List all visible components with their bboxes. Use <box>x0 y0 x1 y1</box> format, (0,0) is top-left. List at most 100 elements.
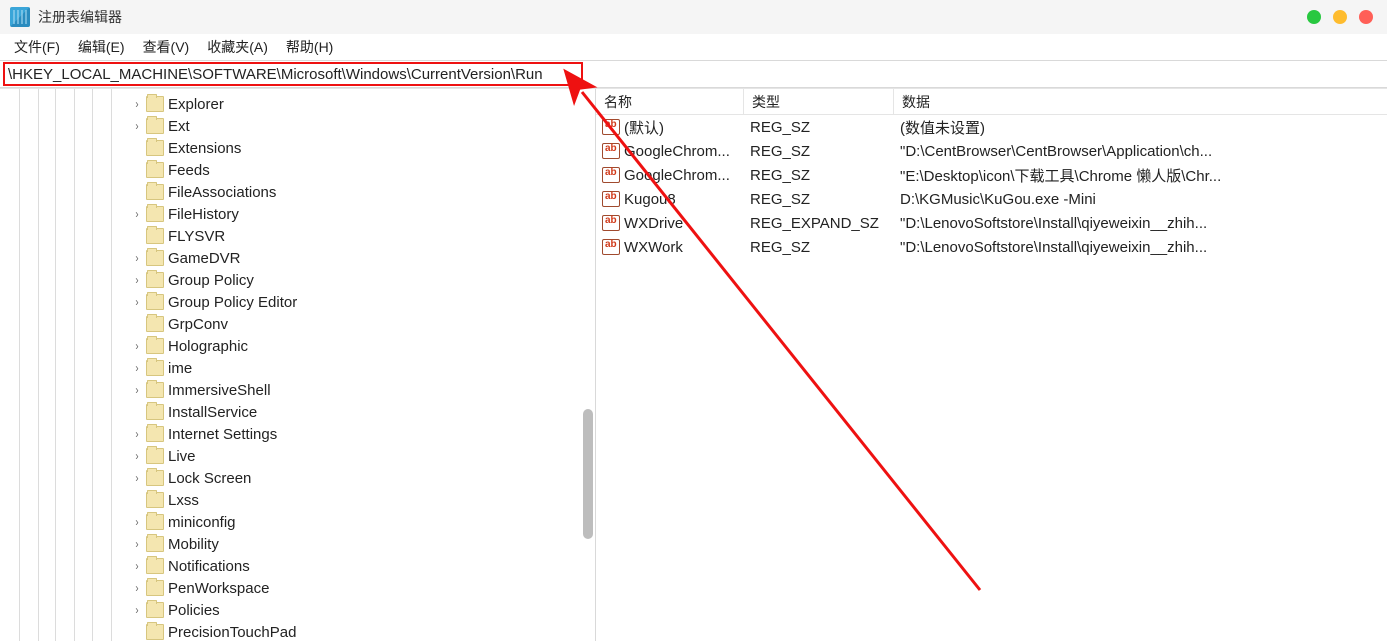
window-close-dot[interactable] <box>1359 10 1373 24</box>
tree-item-label: Notifications <box>168 558 250 575</box>
reg-string-icon <box>602 143 620 159</box>
tree-item[interactable]: › ImmersiveShell <box>0 379 595 401</box>
tree-item[interactable]: ›FileHistory <box>0 203 595 225</box>
value-data-cell: D:\KGMusic\KuGou.exe -Mini <box>894 191 1387 208</box>
chevron-right-icon[interactable]: › <box>131 361 142 375</box>
chevron-right-icon[interactable]: › <box>131 581 142 595</box>
chevron-right-icon[interactable]: › <box>131 383 142 397</box>
tree-item[interactable]: › Group Policy Editor <box>0 291 595 313</box>
value-row[interactable]: (默认)REG_SZ(数值未设置) <box>596 115 1387 139</box>
tree-item[interactable]: ›Ext <box>0 115 595 137</box>
chevron-right-icon[interactable]: › <box>131 119 142 133</box>
menu-edit[interactable]: 编辑(E) <box>74 35 129 59</box>
chevron-right-icon[interactable]: › <box>131 537 142 551</box>
chevron-right-icon[interactable]: › <box>131 251 142 265</box>
menu-help[interactable]: 帮助(H) <box>282 35 337 59</box>
column-header-data[interactable]: 数据 <box>894 89 1387 114</box>
reg-string-icon <box>602 119 620 135</box>
tree-item[interactable]: ›ime <box>0 357 595 379</box>
tree-item-label: Internet Settings <box>168 426 277 443</box>
value-name-cell: GoogleChrom... <box>596 167 744 184</box>
tree-item-label: ImmersiveShell <box>168 382 271 399</box>
tree[interactable]: › Explorer ›Ext›Extensions›Feeds›FileAssoc… <box>0 89 595 641</box>
chevron-right-icon[interactable]: › <box>131 427 142 441</box>
folder-icon <box>146 514 164 530</box>
value-row[interactable]: GoogleChrom...REG_SZ"D:\CentBrowser\Cent… <box>596 139 1387 163</box>
column-header-name[interactable]: 名称 <box>596 89 744 114</box>
value-type-cell: REG_SZ <box>744 143 894 160</box>
chevron-right-icon[interactable]: › <box>131 449 142 463</box>
tree-item[interactable]: › Lock Screen <box>0 467 595 489</box>
values-panel: 名称 类型 数据 (默认)REG_SZ(数值未设置) GoogleChrom...… <box>596 89 1387 641</box>
folder-icon <box>146 580 164 596</box>
tree-item[interactable]: ›FLYSVR <box>0 225 595 247</box>
tree-item[interactable]: › Notifications <box>0 555 595 577</box>
tree-item[interactable]: › GameDVR <box>0 247 595 269</box>
address-input[interactable] <box>0 61 1387 87</box>
value-type-cell: REG_EXPAND_SZ <box>744 215 894 232</box>
value-name-cell: WXDrive <box>596 215 744 232</box>
tree-item[interactable]: ›GrpConv <box>0 313 595 335</box>
tree-item[interactable]: ›PrecisionTouchPad <box>0 621 595 641</box>
column-header-type[interactable]: 类型 <box>744 89 894 114</box>
value-row[interactable]: Kugou8REG_SZD:\KGMusic\KuGou.exe -Mini <box>596 187 1387 211</box>
tree-item[interactable]: ›FileAssociations <box>0 181 595 203</box>
chevron-right-icon[interactable]: › <box>131 339 142 353</box>
tree-scrollbar-thumb[interactable] <box>583 409 593 539</box>
tree-item-label: Live <box>168 448 196 465</box>
value-row[interactable]: GoogleChrom...REG_SZ"E:\Desktop\icon\下载工… <box>596 163 1387 187</box>
chevron-right-icon[interactable]: › <box>131 207 142 221</box>
tree-item[interactable]: ›InstallService <box>0 401 595 423</box>
tree-item[interactable]: ›Mobility <box>0 533 595 555</box>
window-minimize-dot[interactable] <box>1307 10 1321 24</box>
chevron-right-icon[interactable]: › <box>131 295 142 309</box>
window-title: 注册表编辑器 <box>38 7 122 27</box>
value-name-cell: (默认) <box>596 117 744 138</box>
chevron-right-icon[interactable]: › <box>131 97 142 111</box>
tree-item[interactable]: ›Feeds <box>0 159 595 181</box>
folder-icon <box>146 536 164 552</box>
menu-view[interactable]: 查看(V) <box>139 35 194 59</box>
folder-icon <box>146 162 164 178</box>
tree-item[interactable]: ›Extensions <box>0 137 595 159</box>
tree-item-label: GameDVR <box>168 250 241 267</box>
tree-item-label: Explorer <box>168 96 224 113</box>
value-row[interactable]: WXDriveREG_EXPAND_SZ"D:\LenovoSoftstore\… <box>596 211 1387 235</box>
tree-item[interactable]: ›PenWorkspace <box>0 577 595 599</box>
chevron-right-icon[interactable]: › <box>131 273 142 287</box>
window-maximize-dot[interactable] <box>1333 10 1347 24</box>
chevron-right-icon[interactable]: › <box>131 515 142 529</box>
value-name-label: WXWork <box>624 239 683 256</box>
tree-item[interactable]: ›miniconfig <box>0 511 595 533</box>
menu-file[interactable]: 文件(F) <box>10 35 64 59</box>
tree-item[interactable]: ›Holographic <box>0 335 595 357</box>
tree-item[interactable]: ›Lxss <box>0 489 595 511</box>
tree-item[interactable]: › Internet Settings <box>0 423 595 445</box>
folder-icon <box>146 338 164 354</box>
chevron-right-icon[interactable]: › <box>131 559 142 573</box>
tree-item[interactable]: › Live <box>0 445 595 467</box>
folder-icon <box>146 448 164 464</box>
tree-item[interactable]: › Policies <box>0 599 595 621</box>
value-name-label: WXDrive <box>624 215 683 232</box>
value-name-cell: WXWork <box>596 239 744 256</box>
folder-icon <box>146 118 164 134</box>
tree-item-label: Lock Screen <box>168 470 251 487</box>
titlebar: 注册表编辑器 <box>0 0 1387 34</box>
value-row[interactable]: WXWorkREG_SZ"D:\LenovoSoftstore\Install\… <box>596 235 1387 259</box>
tree-item[interactable]: › Group Policy <box>0 269 595 291</box>
folder-icon <box>146 272 164 288</box>
menu-favorites[interactable]: 收藏夹(A) <box>203 35 272 59</box>
tree-item-label: Group Policy <box>168 272 254 289</box>
chevron-right-icon[interactable]: › <box>131 471 142 485</box>
tree-item-label: Group Policy Editor <box>168 294 297 311</box>
folder-icon <box>146 360 164 376</box>
value-type-cell: REG_SZ <box>744 191 894 208</box>
folder-icon <box>146 96 164 112</box>
tree-item-label: Policies <box>168 602 220 619</box>
value-name-label: GoogleChrom... <box>624 143 730 160</box>
tree-item[interactable]: › Explorer <box>0 93 595 115</box>
chevron-right-icon[interactable]: › <box>131 603 142 617</box>
tree-item-label: FLYSVR <box>168 228 225 245</box>
tree-panel: › Explorer ›Ext›Extensions›Feeds›FileAssoc… <box>0 89 596 641</box>
